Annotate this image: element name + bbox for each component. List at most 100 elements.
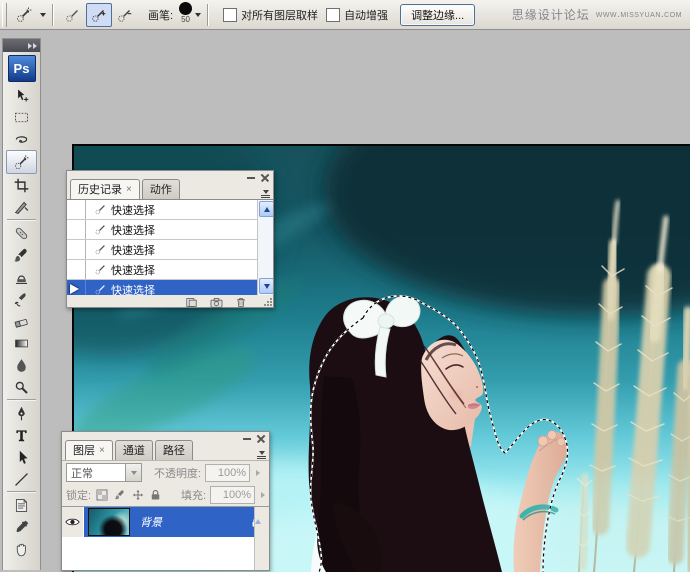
separator (207, 4, 209, 26)
refine-edge-button[interactable]: 调整边缘... (400, 4, 475, 26)
new-selection-button[interactable] (60, 3, 86, 27)
tab-layers[interactable]: 图层 × (65, 440, 113, 460)
tool-preset-picker[interactable] (11, 3, 37, 27)
history-step-label: 快速选择 (111, 282, 155, 296)
history-step-label: 快速选择 (111, 262, 155, 278)
tool-hand[interactable] (7, 538, 36, 560)
tool-clone-stamp[interactable] (7, 266, 36, 288)
fill-field[interactable]: 100% (210, 486, 255, 504)
quick-selection-icon (15, 6, 33, 24)
layer-visibility-toggle[interactable] (62, 507, 84, 537)
tool-eyedropper[interactable] (7, 516, 36, 538)
scroll-down-icon (264, 284, 270, 289)
history-step-label: 快速选择 (111, 222, 155, 238)
opacity-label: 不透明度: (154, 465, 201, 481)
history-source-well[interactable] (67, 240, 86, 259)
eraser-icon (13, 313, 30, 330)
history-step[interactable]: 快速选择 (67, 200, 273, 220)
history-scrollbar[interactable] (257, 200, 273, 295)
quick-selection-icon (94, 223, 107, 236)
history-source-well[interactable] (67, 200, 86, 219)
pen-icon (13, 405, 30, 422)
lock-transparency-button[interactable] (95, 489, 109, 502)
tool-gradient[interactable] (7, 332, 36, 354)
opacity-field[interactable]: 100% (205, 464, 250, 482)
auto-enhance-checkbox[interactable] (326, 8, 340, 22)
scroll-up-button[interactable] (259, 201, 273, 217)
lock-pixels-button[interactable] (113, 489, 127, 502)
history-source-well[interactable] (67, 220, 86, 239)
delete-state-icon[interactable] (235, 296, 247, 308)
close-icon[interactable] (261, 174, 269, 182)
tool-rectangular-marquee[interactable] (7, 106, 36, 128)
tool-crop[interactable] (7, 174, 36, 196)
panel-menu-icon[interactable] (257, 451, 266, 460)
close-icon[interactable] (257, 435, 265, 443)
tool-notes[interactable] (7, 494, 36, 516)
tab-actions[interactable]: 动作 (142, 179, 180, 199)
tool-pen[interactable] (7, 402, 36, 424)
history-step[interactable]: 快速选择 (67, 240, 273, 260)
tool-path-selection[interactable] (7, 446, 36, 468)
tool-healing-brush[interactable] (7, 222, 36, 244)
new-document-from-state-icon[interactable] (185, 297, 198, 308)
subtract-from-selection-button[interactable] (112, 3, 138, 27)
brush-preview[interactable]: 50 (179, 0, 192, 31)
tool-quick-selection[interactable] (6, 150, 37, 174)
blend-mode-value: 正常 (67, 465, 125, 481)
marquee-icon (13, 109, 30, 126)
tool-dodge[interactable] (7, 376, 36, 398)
minimize-icon[interactable] (247, 177, 255, 179)
panel-menu-icon[interactable] (261, 190, 270, 199)
minimize-icon[interactable] (243, 438, 251, 440)
new-snapshot-icon[interactable] (210, 297, 223, 308)
tool-type[interactable] (7, 424, 36, 446)
layers-tabs: 图层 × 通道 路径 (62, 443, 269, 460)
tools-panel: Ps (2, 38, 41, 570)
notes-icon (13, 497, 30, 514)
add-to-selection-button[interactable] (86, 3, 112, 27)
layer-list: 背景 (62, 506, 269, 571)
history-step[interactable]: 快速选择 (67, 220, 273, 240)
tab-close-icon[interactable]: × (126, 184, 132, 195)
lock-all-button[interactable] (149, 489, 163, 502)
layer-row-background[interactable]: 背景 (62, 507, 269, 537)
tab-history[interactable]: 历史记录 × (70, 179, 140, 199)
options-bar: 画笔: 50 对所有图层取样 自动增强 调整边缘... 思缘设计论坛 www.m… (0, 0, 690, 30)
tool-blur[interactable] (7, 354, 36, 376)
layers-scrollbar[interactable] (254, 507, 269, 571)
blend-mode-select[interactable]: 正常 (66, 463, 142, 482)
scroll-down-button[interactable] (259, 278, 273, 294)
history-step-selected[interactable]: 快速选择 (67, 280, 273, 295)
history-source-well[interactable] (67, 280, 86, 295)
tool-preset-dropdown-icon[interactable] (40, 13, 46, 17)
tool-eraser[interactable] (7, 310, 36, 332)
tab-paths[interactable]: 路径 (155, 440, 193, 460)
tool-brush[interactable] (7, 244, 36, 266)
subtract-from-selection-icon (116, 6, 134, 24)
lock-position-button[interactable] (131, 489, 145, 502)
healing-brush-icon (13, 225, 30, 242)
path-selection-icon (13, 449, 30, 466)
tool-history-brush[interactable] (7, 288, 36, 310)
brush-dot-icon (179, 2, 192, 15)
tool-lasso[interactable] (7, 128, 36, 150)
tool-line[interactable] (7, 468, 36, 490)
history-step[interactable]: 快速选择 (67, 260, 273, 280)
line-icon (13, 471, 30, 488)
sample-all-layers-checkbox[interactable] (223, 8, 237, 22)
sample-all-layers-label: 对所有图层取样 (241, 7, 318, 23)
brush-dropdown-icon[interactable] (195, 13, 201, 17)
tool-move[interactable] (7, 84, 36, 106)
move-icon (13, 87, 30, 104)
layer-thumbnail[interactable] (88, 508, 130, 536)
blend-mode-row: 正常 不透明度: 100% (62, 460, 269, 484)
tool-slice[interactable] (7, 196, 36, 218)
collapse-chevron-icon (33, 43, 37, 49)
tools-panel-collapse[interactable] (3, 39, 40, 52)
tab-channels[interactable]: 通道 (115, 440, 153, 460)
panel-resize-grip[interactable] (263, 297, 272, 306)
history-source-well[interactable] (67, 260, 86, 279)
tab-close-icon[interactable]: × (99, 445, 105, 456)
dodge-icon (13, 379, 30, 396)
